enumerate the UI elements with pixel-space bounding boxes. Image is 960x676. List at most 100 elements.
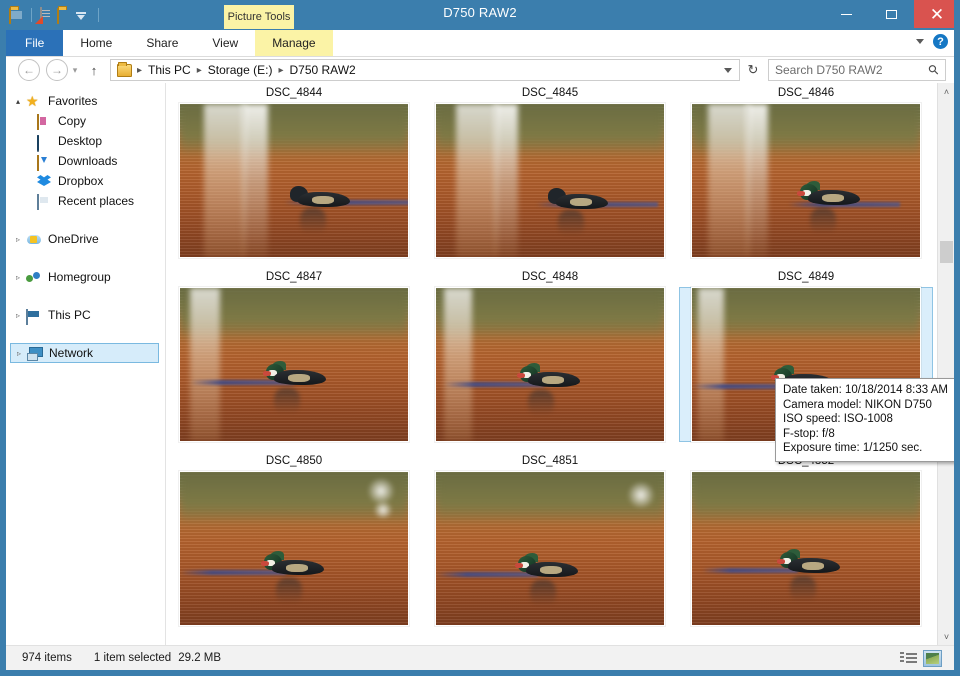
tooltip-line-f-stop: F-stop: f/8	[783, 427, 835, 440]
file-tile[interactable]: DSC_4846	[678, 83, 934, 258]
thumbnail-image[interactable]	[179, 471, 409, 626]
recent-places-icon	[36, 193, 52, 210]
file-tile[interactable]: DSC_4852	[678, 451, 934, 626]
file-tile[interactable]: DSC_4844	[166, 83, 422, 258]
sidebar-item-label: Downloads	[58, 154, 118, 168]
downloads-icon	[36, 153, 52, 171]
breadcrumb-separator-2: ▸	[278, 64, 284, 76]
large-icons-view-icon[interactable]	[923, 649, 942, 667]
file-name-label: DSC_4851	[521, 455, 579, 467]
sidebar-item-favorites[interactable]: ▴ ★ Favorites	[6, 91, 165, 111]
minimize-button[interactable]	[824, 0, 869, 28]
breadcrumb-folder-icon	[117, 61, 132, 77]
vertical-scrollbar[interactable]: ˄ ˅	[937, 83, 954, 645]
file-tile[interactable]: DSC_4850	[166, 451, 422, 626]
sidebar-item-copy[interactable]: Copy	[6, 111, 165, 131]
file-list-pane[interactable]: DSC_4844 DSC_4845 DSC_4846 DSC_4847 DSC_…	[165, 83, 954, 645]
file-name-label: DSC_4850	[265, 455, 323, 467]
file-name-label: DSC_4847	[265, 271, 323, 283]
search-icon[interactable]: ⚲	[925, 61, 943, 79]
expander-icon[interactable]: ▹	[17, 349, 27, 358]
back-button[interactable]: ←	[18, 59, 40, 81]
sidebar-item-this-pc[interactable]: ▹ This PC	[6, 305, 165, 325]
tab-home-label: Home	[80, 36, 113, 50]
up-button[interactable]: ↑	[84, 60, 104, 80]
sidebar-item-label: Favorites	[48, 94, 98, 108]
thumbnail-image[interactable]	[435, 103, 665, 258]
window-title: D750 RAW2	[443, 5, 517, 20]
sidebar-item-desktop[interactable]: Desktop	[6, 131, 165, 152]
file-name-label: DSC_4848	[521, 271, 579, 283]
search-placeholder: Search D750 RAW2	[775, 63, 883, 77]
tab-file-label: File	[25, 36, 45, 50]
scrollbar-thumb[interactable]	[940, 241, 953, 263]
expander-icon[interactable]: ▹	[16, 311, 26, 320]
help-icon[interactable]: ?	[933, 34, 948, 49]
homegroup-icon	[26, 269, 42, 285]
maximize-button[interactable]	[869, 0, 914, 28]
status-item-count: 974 items	[22, 652, 72, 664]
sidebar-item-network[interactable]: ▹ Network	[10, 343, 159, 363]
window-frame-bottom	[0, 670, 960, 676]
recent-locations-icon[interactable]: ▾	[68, 60, 82, 80]
explorer-window: Picture Tools D750 RAW2 ✕ File Home Shar…	[0, 0, 960, 676]
file-tile[interactable]: DSC_4847	[166, 267, 422, 442]
file-tile[interactable]: DSC_4845	[422, 83, 678, 258]
sidebar-item-label: Copy	[58, 114, 87, 128]
breadcrumb-separator-1: ▸	[196, 64, 202, 76]
tooltip-line-camera-model: Camera model: NIKON D750	[783, 398, 932, 411]
breadcrumb[interactable]: ▸ This PC ▸ Storage (E:) ▸ D750 RAW2	[110, 59, 740, 81]
chevron-down-icon[interactable]	[916, 39, 924, 44]
expander-icon[interactable]: ▹	[16, 273, 26, 282]
forward-button[interactable]: →	[46, 59, 68, 81]
ribbon-right-controls: ?	[916, 34, 948, 49]
breadcrumb-tail	[724, 67, 735, 73]
tooltip-line-iso-speed: ISO speed: ISO-1008	[783, 413, 893, 425]
sidebar-item-downloads[interactable]: Downloads	[6, 151, 165, 171]
ribbon-tab-strip: File Home Share View Manage ?	[6, 30, 954, 57]
address-bar-row: ← → ▾ ↑ ▸ This PC ▸ Storage (E:) ▸ D750 …	[6, 57, 954, 83]
sidebar-item-label: OneDrive	[48, 232, 99, 246]
scroll-down-icon[interactable]: ˅	[938, 628, 954, 645]
tooltip-line-exposure: Exposure time: 1/1250 sec.	[783, 442, 923, 454]
star-icon: ★	[26, 93, 39, 109]
explorer-body: ▴ ★ Favorites Copy Desktop Downloads Dro…	[6, 83, 954, 645]
ribbon-tabs: File Home Share View Manage	[6, 30, 954, 56]
thumbnail-image[interactable]	[435, 287, 665, 442]
tab-share[interactable]: Share	[129, 30, 195, 56]
sidebar-gap-3	[6, 287, 165, 305]
file-name-label: DSC_4849	[777, 271, 835, 283]
breadcrumb-item-this-pc[interactable]: This PC	[144, 63, 195, 77]
sidebar-item-label: Homegroup	[48, 270, 111, 284]
breadcrumb-item-d750-raw2[interactable]: D750 RAW2	[285, 63, 359, 77]
file-tile[interactable]: DSC_4851	[422, 451, 678, 626]
sidebar-item-homegroup[interactable]: ▹ Homegroup	[6, 267, 165, 287]
sidebar-item-label: This PC	[48, 308, 91, 322]
refresh-button[interactable]: ↻	[742, 59, 764, 81]
address-dropdown-icon[interactable]	[724, 67, 732, 73]
thumbnail-image[interactable]	[435, 471, 665, 626]
sidebar-item-onedrive[interactable]: ▹ OneDrive	[6, 229, 165, 249]
thumbnail-image[interactable]	[179, 103, 409, 258]
tab-manage[interactable]: Manage	[255, 30, 333, 56]
file-name-label: DSC_4844	[265, 87, 323, 99]
file-name-label: DSC_4846	[777, 87, 835, 99]
thumbnail-image[interactable]	[179, 287, 409, 442]
details-view-icon[interactable]	[899, 650, 918, 667]
thumbnail-image[interactable]	[691, 471, 921, 626]
tab-view-label: View	[212, 36, 239, 50]
expander-icon[interactable]: ▴	[16, 97, 26, 106]
thumbnail-image[interactable]	[691, 103, 921, 258]
breadcrumb-item-storage-e[interactable]: Storage (E:)	[204, 63, 277, 77]
scroll-up-icon[interactable]: ˄	[938, 83, 954, 100]
tab-home[interactable]: Home	[63, 30, 129, 56]
tab-view[interactable]: View	[195, 30, 255, 56]
tab-file[interactable]: File	[6, 30, 64, 56]
expander-icon[interactable]: ▹	[16, 235, 26, 244]
file-tile[interactable]: DSC_4848	[422, 267, 678, 442]
sidebar-gap-4	[6, 325, 165, 343]
tab-share-label: Share	[146, 36, 179, 50]
search-input[interactable]: Search D750 RAW2 ⚲	[768, 59, 946, 81]
sidebar-item-dropbox[interactable]: Dropbox	[6, 171, 165, 191]
sidebar-item-recent-places[interactable]: Recent places	[6, 191, 165, 211]
